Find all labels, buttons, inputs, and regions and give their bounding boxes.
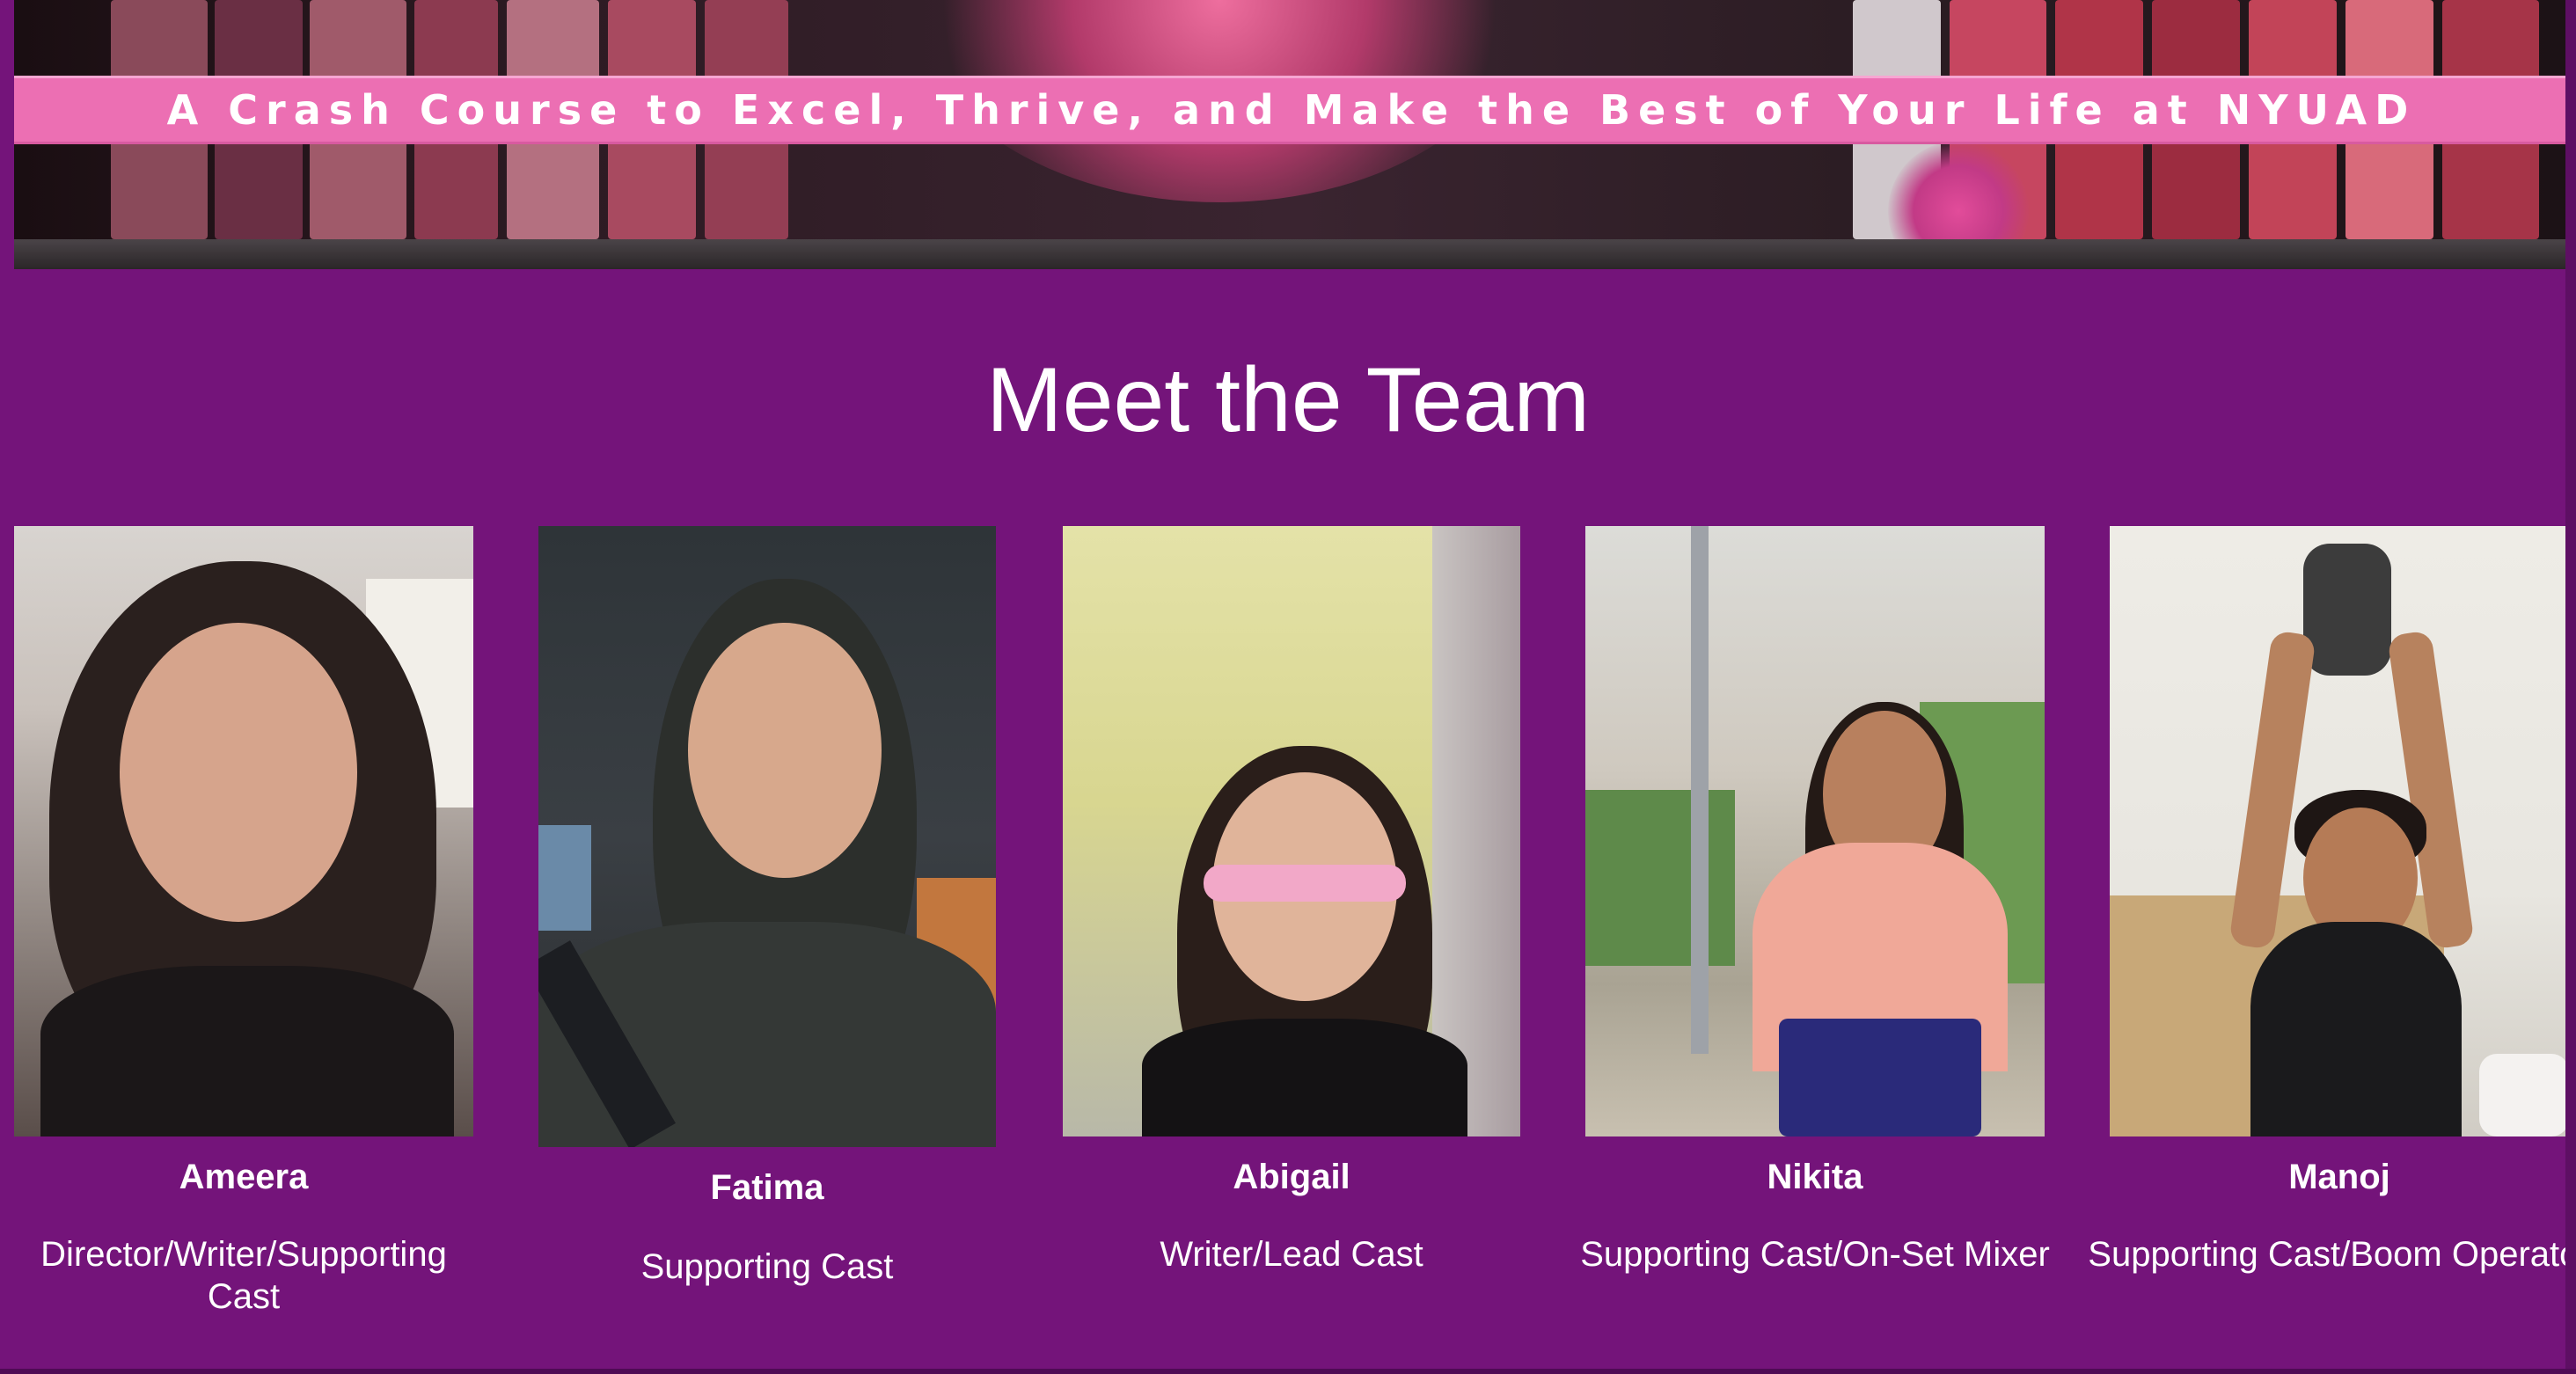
member-name: Ameera [179, 1158, 309, 1196]
member-photo [2110, 526, 2569, 1136]
page-edge [0, 1369, 2576, 1374]
hero-tagline-bar: A Crash Course to Excel, Thrive, and Mak… [14, 76, 2569, 144]
member-photo [1063, 526, 1520, 1136]
member-photo [1585, 526, 2045, 1136]
hero-shelf [14, 239, 2569, 269]
member-role: Supporting Cast/On-Set Mixer [1580, 1235, 2050, 1274]
member-photo [538, 526, 996, 1147]
member-role: Supporting Cast [640, 1247, 894, 1286]
member-photo [14, 526, 473, 1136]
member-role: Writer/Lead Cast [1160, 1235, 1423, 1274]
page-background: A Crash Course to Excel, Thrive, and Mak… [0, 0, 2576, 1374]
page-edge [2565, 0, 2576, 1374]
member-name: Fatima [710, 1168, 824, 1207]
team-heading: Meet the Team [985, 349, 1590, 451]
hero-banner: A Crash Course to Excel, Thrive, and Mak… [14, 0, 2569, 269]
member-role: Director/Writer/Supporting Cast [40, 1235, 447, 1316]
member-name: Nikita [1767, 1158, 1863, 1196]
member-role: Supporting Cast/Boom Operator [2088, 1235, 2576, 1274]
hero-tagline: A Crash Course to Excel, Thrive, and Mak… [166, 86, 2417, 134]
member-name: Abigail [1233, 1158, 1350, 1196]
member-name: Manoj [2288, 1158, 2390, 1196]
